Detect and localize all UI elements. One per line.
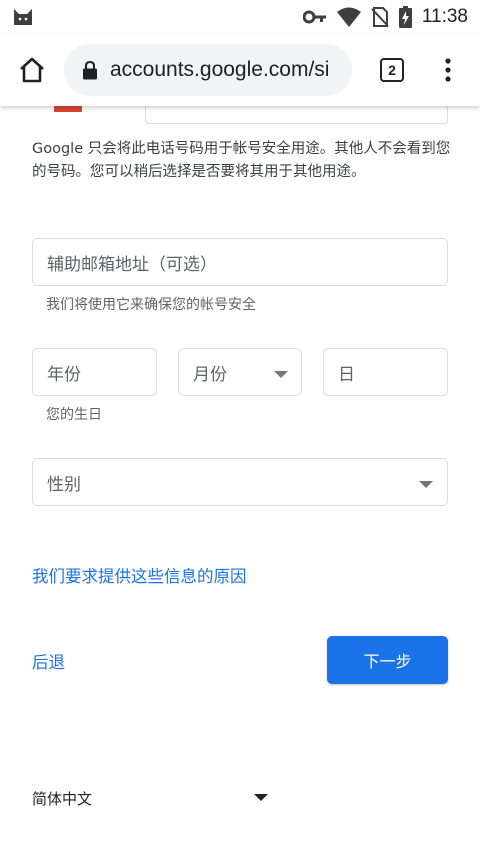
status-bar: 11:38 [0, 0, 480, 34]
birthday-hint: 您的生日 [46, 407, 102, 423]
status-time: 11:38 [421, 6, 468, 27]
recovery-email-input[interactable]: 辅助邮箱地址（可选） [32, 238, 448, 286]
gender-placeholder: 性别 [47, 475, 81, 495]
tab-count: 2 [380, 58, 404, 82]
url-text: accounts.google.com/si [110, 58, 330, 81]
wifi-icon [336, 7, 361, 27]
battery-icon [398, 6, 412, 28]
month-placeholder: 月份 [193, 365, 227, 385]
year-placeholder: 年份 [47, 364, 81, 385]
more-vert-icon [445, 58, 451, 82]
cat-icon [14, 9, 32, 25]
next-button-label: 下一步 [363, 652, 412, 671]
language-label: 简体中文 [32, 789, 93, 808]
browser-toolbar: accounts.google.com/si 2 [0, 34, 480, 106]
next-button[interactable]: 下一步 [327, 636, 448, 684]
chevron-down-icon [274, 371, 288, 378]
back-button[interactable]: 后退 [32, 649, 65, 673]
birth-day-input[interactable]: 日 [323, 348, 448, 396]
recovery-email-placeholder: 辅助邮箱地址（可选） [47, 254, 217, 275]
day-placeholder: 日 [338, 364, 355, 385]
recovery-email-hint: 我们将使用它来确保您的帐号安全 [46, 297, 256, 313]
key-icon [302, 10, 326, 24]
birth-month-select[interactable]: 月份 [178, 348, 302, 396]
phone-help-text: Google 只会将此电话号码用于帐号安全用途。其他人不会看到您的号码。您可以稍… [32, 141, 451, 180]
home-icon [20, 57, 44, 83]
home-button[interactable] [0, 34, 64, 106]
birth-year-input[interactable]: 年份 [32, 348, 157, 396]
url-bar[interactable]: accounts.google.com/si [64, 44, 352, 96]
tab-switcher-button[interactable]: 2 [356, 34, 428, 106]
menu-button[interactable] [428, 34, 468, 106]
caret-down-icon [254, 794, 268, 801]
gender-select[interactable]: 性别 [32, 458, 448, 506]
language-select[interactable]: 简体中文 [32, 786, 272, 810]
signup-page: Google 只会将此电话号码用于帐号安全用途。其他人不会看到您的号码。您可以稍… [0, 106, 480, 853]
why-we-ask-link[interactable]: 我们要求提供这些信息的原因 [32, 563, 247, 587]
country-flag-icon[interactable] [54, 106, 82, 112]
lock-icon [83, 60, 97, 80]
phone-number-field[interactable] [145, 106, 448, 124]
no-sim-icon [371, 7, 389, 27]
chevron-down-icon [419, 481, 433, 488]
